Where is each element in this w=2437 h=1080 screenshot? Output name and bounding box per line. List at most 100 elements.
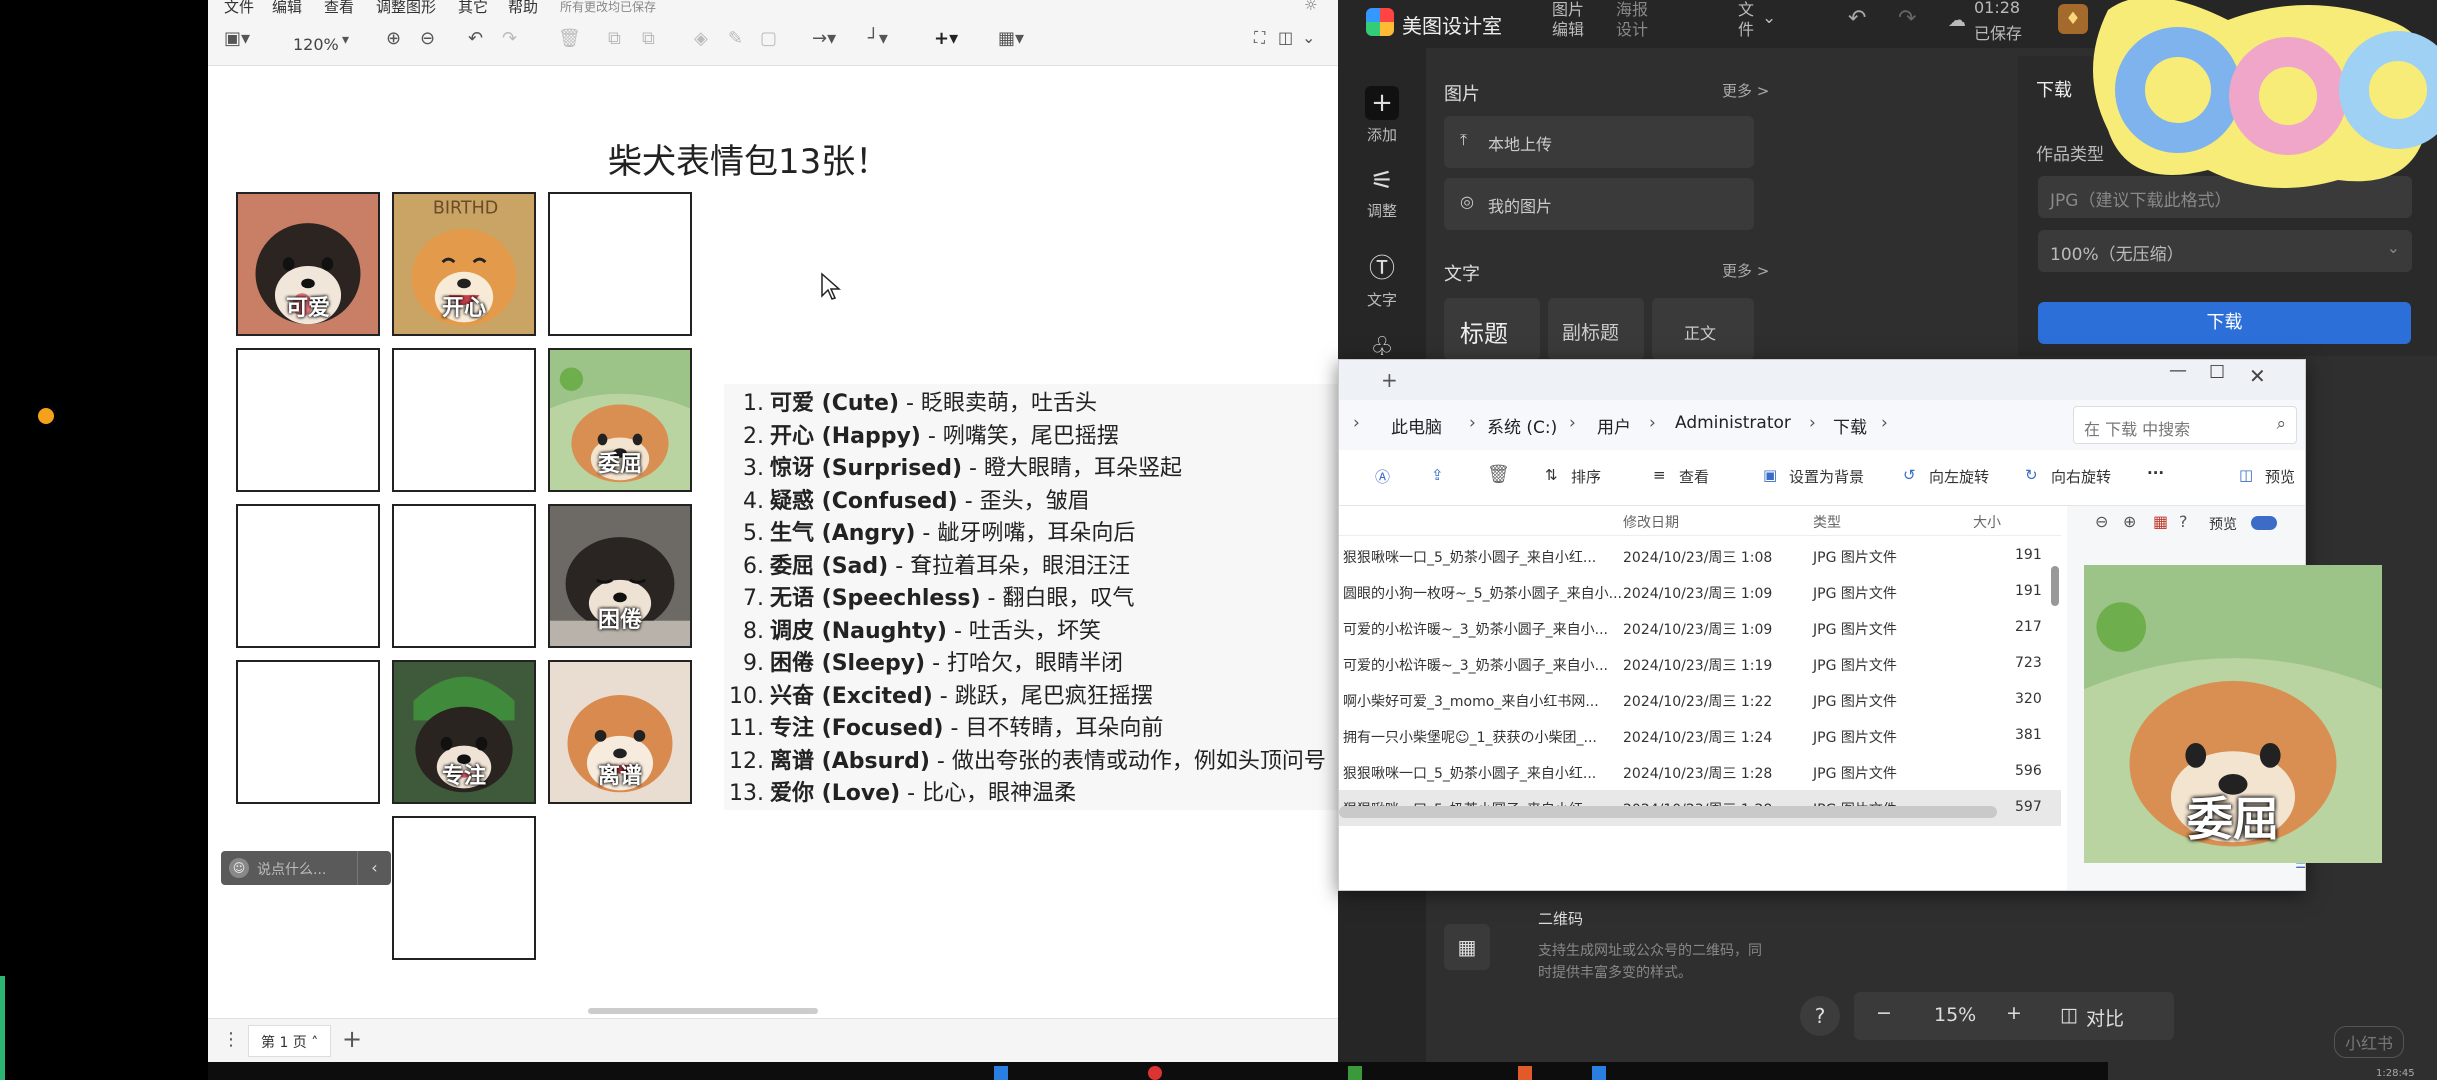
close-window-icon[interactable]: ✕ bbox=[2249, 364, 2266, 388]
breadcrumb-users[interactable]: 用户 bbox=[1597, 413, 1631, 438]
body-style-button[interactable]: 正文 bbox=[1652, 298, 1754, 360]
preview-help-icon[interactable]: ? bbox=[2179, 512, 2188, 531]
qr-code-tool[interactable]: ▦ 二维码 支持生成网址或公众号的二维码，同时提供丰富多变的样式。 bbox=[1444, 910, 1774, 992]
meitu-zoom-level[interactable]: 15% bbox=[1934, 1004, 1976, 1026]
sort-button[interactable]: 排序 bbox=[1571, 466, 1601, 487]
new-tab-button[interactable]: + bbox=[1381, 368, 1398, 392]
emoji-cell-7[interactable] bbox=[236, 504, 380, 648]
file-list-vscrollbar[interactable] bbox=[2051, 566, 2059, 606]
emoji-cell-10[interactable] bbox=[236, 660, 380, 804]
shadow-icon[interactable]: ▢ bbox=[760, 28, 777, 49]
taskbar-app-icon[interactable] bbox=[1592, 1066, 1606, 1080]
emoji-cell-cute[interactable]: 可爱 bbox=[236, 192, 380, 336]
taskbar-app-icon[interactable] bbox=[994, 1066, 1008, 1080]
emoji-cell-absurd[interactable]: 离谱 bbox=[548, 660, 692, 804]
help-button[interactable]: ? bbox=[1800, 996, 1840, 1036]
to-front-icon[interactable]: ⧉ bbox=[608, 28, 621, 49]
taskbar-app-icon[interactable] bbox=[1518, 1066, 1532, 1080]
delete-file-icon[interactable]: 🗑 bbox=[1487, 464, 1510, 485]
image-more-link[interactable]: 更多 > bbox=[1722, 80, 1769, 101]
tab-poster-design[interactable]: 海报设计 bbox=[1616, 0, 1656, 40]
tab-image-edit[interactable]: 图片编辑 bbox=[1552, 0, 1592, 40]
zoom-out-icon[interactable]: ⊖ bbox=[420, 28, 435, 49]
emoji-cell-sleepy[interactable]: 困倦 bbox=[548, 504, 692, 648]
table-row[interactable]: 拥有一只小柴堡呢☺_1_获获の小柴团_... 2024/10/23/周三 1:24… bbox=[1339, 718, 2061, 754]
rotate-right-button[interactable]: 向右旋转 bbox=[2051, 466, 2111, 487]
preview-pane-button[interactable]: 预览 bbox=[2265, 466, 2295, 487]
delete-icon[interactable]: 🗑 bbox=[558, 28, 581, 49]
fill-color-icon[interactable]: ◈ bbox=[694, 28, 708, 49]
my-images-button[interactable]: ◎ 我的图片 bbox=[1444, 178, 1754, 230]
table-row[interactable]: 狠狠啾咪一口_5_奶茶小圆子_来自小红... 2024/10/23/周三 1:08… bbox=[1339, 538, 2061, 574]
collapse-icon[interactable]: ⌄ bbox=[1302, 28, 1315, 47]
column-size[interactable]: 大小 bbox=[1973, 512, 2001, 532]
emoji-cell-sad[interactable]: 委屈 bbox=[548, 348, 692, 492]
set-background-button[interactable]: 设置为背景 bbox=[1789, 466, 1864, 487]
emoji-cell-13[interactable] bbox=[392, 816, 536, 960]
theme-icon[interactable]: ☼ bbox=[1304, 0, 1317, 14]
emoji-cell-3[interactable] bbox=[548, 192, 692, 336]
taskbar-app-icon[interactable] bbox=[1148, 1066, 1162, 1080]
breadcrumb-downloads[interactable]: 下载 bbox=[1833, 413, 1867, 438]
to-back-icon[interactable]: ⧉ bbox=[642, 28, 655, 49]
fullscreen-icon[interactable]: ⛶ bbox=[1254, 28, 1265, 48]
emoji-cell-8[interactable] bbox=[392, 504, 536, 648]
preview-toggle[interactable] bbox=[2251, 516, 2277, 530]
emotion-list-textbox[interactable]: 1. 可爱 (Cute) - 眨眼卖萌，吐舌头 2. 开心 (Happy) - 咧嘴笑… bbox=[724, 384, 1338, 810]
meitu-zoom-in-button[interactable]: + bbox=[2006, 1002, 2022, 1024]
vip-icon[interactable]: ♦ bbox=[2058, 4, 2088, 34]
tab-file[interactable]: 文件 bbox=[1738, 0, 1758, 40]
download-button[interactable]: 下载 bbox=[2038, 302, 2411, 344]
emoji-cell-happy[interactable]: BIRTHD 开心 bbox=[392, 192, 536, 336]
zoom-in-icon[interactable]: ⊕ bbox=[386, 28, 401, 49]
more-options-button[interactable]: ··· bbox=[2147, 464, 2164, 482]
breadcrumb-this-pc[interactable]: 此电脑 bbox=[1391, 413, 1442, 438]
explorer-search-input[interactable]: 在 下载 中搜索 ⌕ bbox=[2073, 406, 2297, 444]
preview-apps-icon[interactable]: ▦ bbox=[2153, 512, 2168, 531]
redo-icon[interactable]: ↷ bbox=[502, 28, 517, 49]
meitu-zoom-out-button[interactable]: − bbox=[1876, 1002, 1892, 1024]
quality-select[interactable]: 100%（无压缩） ⌄ bbox=[2038, 230, 2412, 272]
nav-text[interactable]: Ⓣ 文字 bbox=[1338, 248, 1426, 310]
title-style-button[interactable]: 标题 bbox=[1444, 298, 1540, 360]
page-menu-icon[interactable]: ⋮ bbox=[222, 1029, 240, 1050]
rotate-left-button[interactable]: 向左旋转 bbox=[1929, 466, 1989, 487]
zoom-dropdown-icon[interactable]: ▾ bbox=[342, 32, 349, 48]
minimize-window-icon[interactable]: — bbox=[2169, 360, 2187, 381]
nav-adjust[interactable]: ⚟ 调整 bbox=[1338, 166, 1426, 221]
preview-zoom-out-icon[interactable]: ⊖ bbox=[2095, 512, 2108, 531]
subtitle-style-button[interactable]: 副标题 bbox=[1548, 298, 1644, 360]
file-dropdown-icon[interactable]: ⌄ bbox=[1762, 8, 1776, 28]
compare-button[interactable]: 对比 bbox=[2086, 1004, 2124, 1031]
page-tab-1[interactable]: 第 1 页 ˄ bbox=[248, 1025, 332, 1057]
table-icon[interactable]: ▦▾ bbox=[998, 28, 1024, 49]
meitu-redo-icon[interactable]: ↷ bbox=[1898, 6, 1916, 31]
table-row[interactable]: 可爱的小松许暖~_3_奶茶小圆子_来自小... 2024/10/23/周三 1:0… bbox=[1339, 610, 2061, 646]
view-button[interactable]: 查看 bbox=[1679, 466, 1709, 487]
zoom-level[interactable]: 120% bbox=[293, 35, 339, 54]
meitu-undo-icon[interactable]: ↶ bbox=[1848, 6, 1866, 31]
canvas-title[interactable]: 柴犬表情包13张！ bbox=[608, 134, 889, 183]
chat-emoji-icon[interactable]: ☺ bbox=[229, 858, 249, 878]
horizontal-scrollbar[interactable] bbox=[588, 1008, 818, 1014]
share-icon[interactable]: ⇪ bbox=[1431, 466, 1444, 484]
preview-zoom-in-icon[interactable]: ⊕ bbox=[2123, 512, 2136, 531]
table-row[interactable]: 狠狠啾咪一口_5_奶茶小圆子_来自小红... 2024/10/23/周三 1:28… bbox=[1339, 754, 2061, 790]
column-date[interactable]: 修改日期 bbox=[1623, 512, 1679, 532]
chat-collapse-icon[interactable]: ‹ bbox=[357, 851, 391, 885]
connection-icon[interactable]: →▾ bbox=[812, 28, 836, 49]
local-upload-button[interactable]: ⤒ 本地上传 bbox=[1444, 116, 1754, 168]
undo-icon[interactable]: ↶ bbox=[468, 28, 483, 49]
emoji-cell-focused[interactable]: 专注 bbox=[392, 660, 536, 804]
emoji-cell-5[interactable] bbox=[392, 348, 536, 492]
format-panel-icon[interactable]: ▣▾ bbox=[224, 28, 250, 49]
nav-add[interactable]: + 添加 bbox=[1338, 86, 1426, 145]
taskbar-app-icon[interactable] bbox=[1348, 1066, 1362, 1080]
waypoints-icon[interactable]: ┘▾ bbox=[868, 28, 888, 49]
ai-icon[interactable]: Ⓐ bbox=[1375, 466, 1390, 487]
breadcrumb-c-drive[interactable]: 系统 (C:) bbox=[1487, 413, 1557, 438]
file-list-hscrollbar[interactable] bbox=[1339, 806, 1997, 818]
chat-input-pill[interactable]: ☺ 说点什么... ‹ bbox=[221, 851, 391, 885]
add-page-button[interactable]: + bbox=[342, 1025, 362, 1053]
maximize-window-icon[interactable]: ☐ bbox=[2209, 362, 2225, 383]
